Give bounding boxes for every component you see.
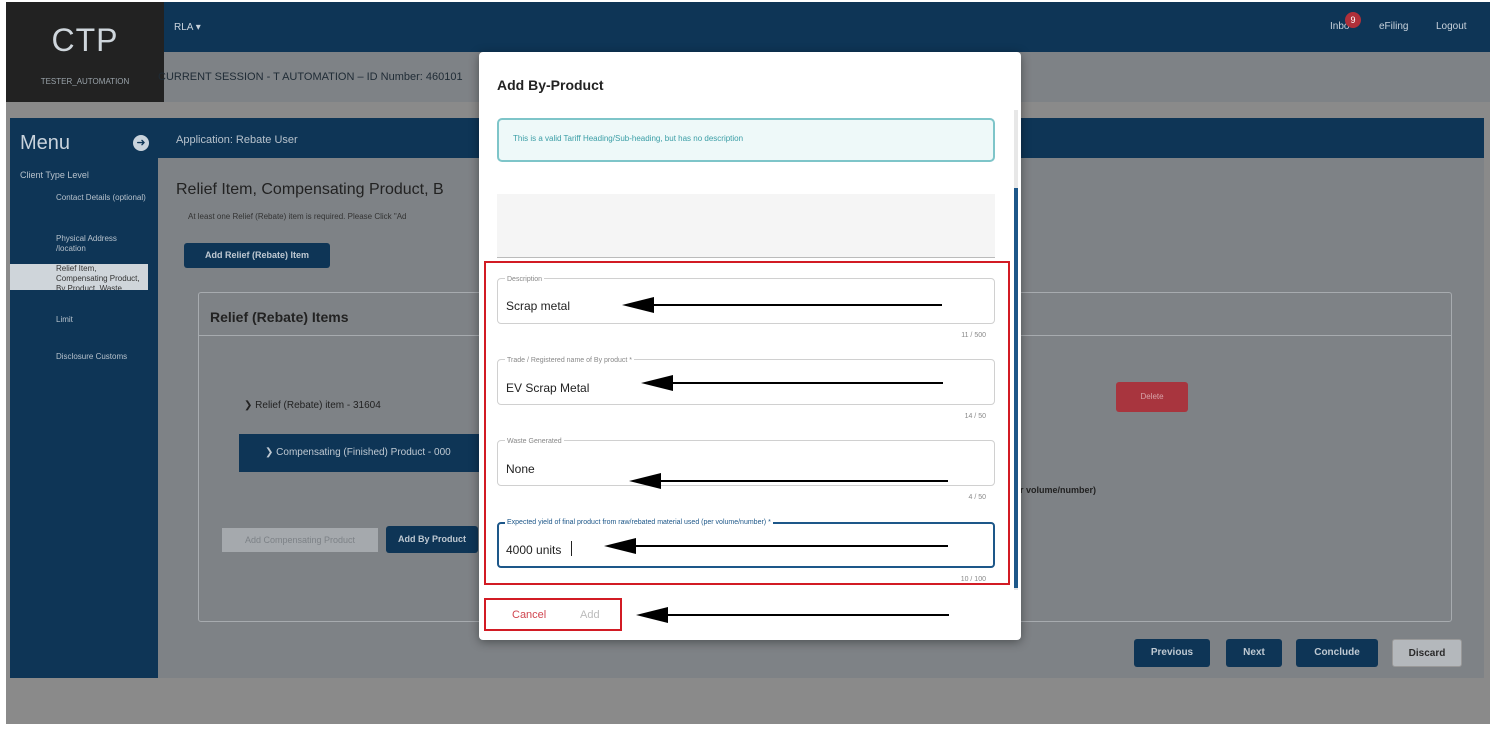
conclude-button[interactable]: Conclude [1296, 639, 1378, 667]
yield-label-fragment: r volume/number) [1020, 485, 1097, 495]
inbox-count-badge: 9 [1345, 12, 1361, 28]
discard-button[interactable]: Discard [1392, 639, 1462, 667]
chevron-down-icon: ▾ [195, 22, 201, 33]
relief-tree-item[interactable]: ❯ Relief (Rebate) item - 31604 [244, 400, 381, 411]
tariff-description-textarea[interactable] [497, 194, 995, 258]
page-title: Relief Item, Compensating Product, B [176, 181, 444, 198]
arrow-line [657, 480, 948, 482]
dialog-scrollbar-thumb[interactable] [1014, 188, 1018, 588]
sidebar-section-client-type[interactable]: Client Type Level [20, 170, 89, 180]
top-bar [6, 2, 1490, 52]
user-name: TESTER_AUTOMATION [40, 77, 130, 86]
tariff-info-message: This is a valid Tariff Heading/Sub-headi… [497, 118, 995, 162]
panel-title: Relief (Rebate) Items [210, 309, 349, 325]
previous-button[interactable]: Previous [1134, 639, 1210, 667]
dialog-title: Add By-Product [497, 77, 604, 93]
add-relief-item-button[interactable]: Add Relief (Rebate) Item [184, 243, 330, 268]
footer-band [6, 678, 1490, 724]
sidebar-item-address[interactable]: Physical Address /location [56, 234, 146, 254]
hint-text: At least one Relief (Rebate) item is req… [188, 212, 407, 221]
logout-link[interactable]: Logout [1436, 21, 1467, 32]
chevron-right-icon: ❯ [244, 400, 253, 411]
session-info: CURRENT SESSION - T AUTOMATION – ID Numb… [158, 71, 463, 83]
sidebar-item-disclosure[interactable]: Disclosure Customs [56, 352, 127, 362]
fields-highlight-box [484, 261, 1010, 585]
menu-toggle-icon[interactable]: ➜ [133, 135, 149, 151]
relief-item-label: Relief (Rebate) item - 31604 [255, 400, 381, 411]
arrow-line [632, 545, 948, 547]
add-by-product-button[interactable]: Add By Product [386, 526, 478, 553]
rla-dropdown[interactable]: RLA ▾ [174, 22, 201, 33]
arrow-line [650, 304, 942, 306]
rla-label: RLA [174, 22, 193, 33]
delete-button[interactable]: Delete [1116, 382, 1188, 412]
arrow-line [669, 382, 943, 384]
logo[interactable]: CTP [6, 22, 164, 59]
sidebar-item-limit[interactable]: Limit [56, 315, 73, 325]
sidebar-item-contact[interactable]: Contact Details (optional) [56, 193, 146, 203]
next-button[interactable]: Next [1226, 639, 1282, 667]
compensating-product-label: Compensating (Finished) Product - 000 [276, 447, 451, 458]
buttons-highlight-box [484, 598, 622, 631]
sidebar-item-relief[interactable]: Relief Item, Compensating Product, By Pr… [10, 264, 148, 290]
application-label: Application: Rebate User [176, 134, 298, 146]
arrow-line [664, 614, 949, 616]
menu-title: Menu [20, 132, 71, 154]
add-compensating-product-button[interactable]: Add Compensating Product [222, 528, 378, 552]
efiling-link[interactable]: eFiling [1379, 21, 1408, 32]
chevron-right-icon: ❯ [265, 447, 274, 458]
